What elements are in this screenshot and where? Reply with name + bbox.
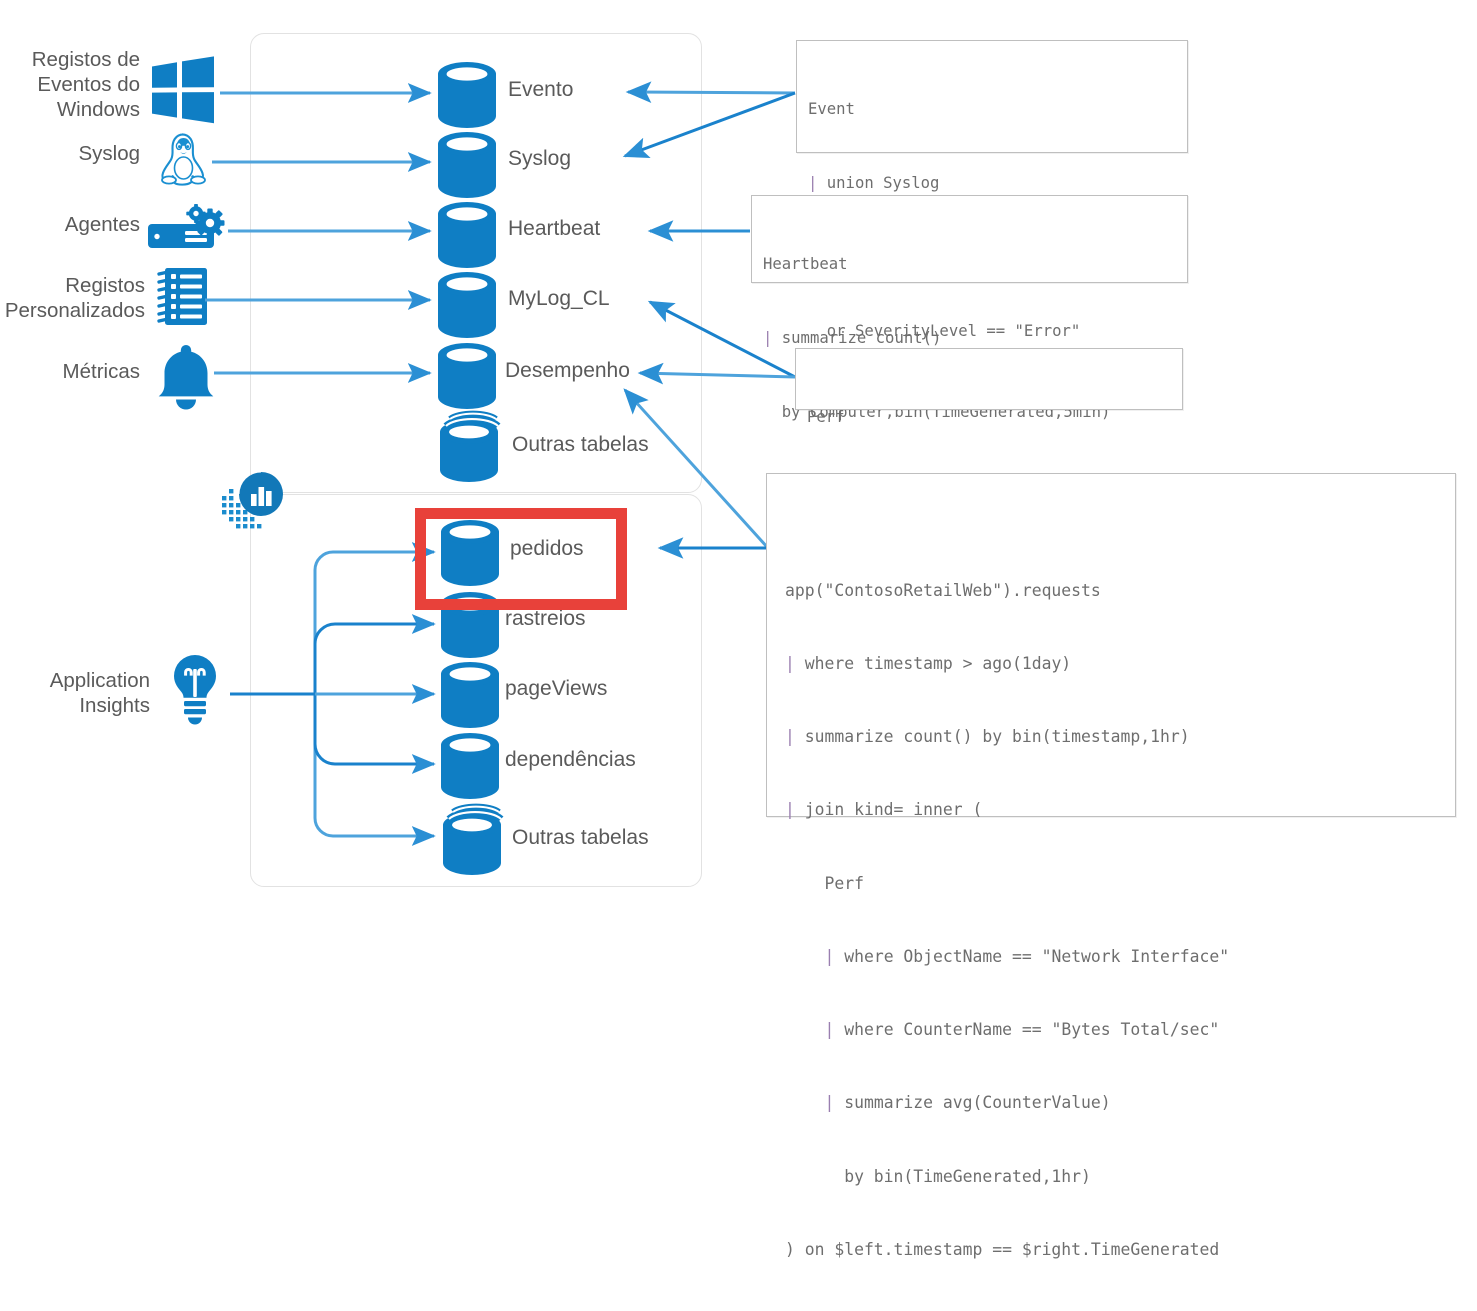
bell-icon [158,345,214,410]
source-label-syslog: Syslog [78,142,140,165]
table-label-rastreios: rastreios [505,607,586,630]
table-label-desempenho: Desempenho [505,359,630,382]
code-line: app("ContosoRetailWeb").requests [785,580,1101,600]
source-label-metricas: Métricas [62,360,140,383]
code-line: | where ObjectName == "Network Interface… [824,946,1230,966]
table-label-dependencias: dependências [505,748,636,771]
table-label-syslog: Syslog [508,147,572,170]
event-union-query-box: Event | union Syslog | where EventLevelN… [796,40,1188,340]
source-label-application-insights: Application Insights [49,669,150,717]
heartbeat-query-box: Heartbeat | summarize count() by Compute… [751,195,1188,421]
lightbulb-icon [174,655,216,725]
table-label-outras-tabelas-ai: Outras tabelas [512,826,649,849]
code-line: Perf [807,408,845,427]
source-label-registos-personalizados: Registos Personalizados [4,274,145,322]
table-label-outras-tabelas-la: Outras tabelas [512,433,649,456]
code-line: | join kind= inner ( [785,800,983,820]
table-label-heartbeat: Heartbeat [508,217,601,240]
table-label-mylog-cl: MyLog_CL [508,287,610,310]
code-line: ) on $left.timestamp == $right.TimeGener… [785,1239,1220,1259]
code-line: | summarize avg(CounterValue) [824,1093,1111,1113]
code-line: by bin(TimeGenerated,1hr) [785,1166,1091,1186]
source-label-agentes: Agentes [64,213,140,236]
code-line: | union Syslog [808,173,940,192]
server-gear-icon [148,204,225,248]
code-line: | summarize count() by bin(timestamp,1hr… [785,727,1190,747]
table-label-pageviews: pageViews [505,677,608,700]
pedidos-highlight-box [415,508,627,610]
code-line: | summarize count() [763,328,942,347]
code-line: Event [808,100,855,119]
code-line: | where timestamp > ago(1day) [785,654,1072,674]
log-analytics-group-box [250,33,702,493]
linux-penguin-icon [161,133,206,186]
code-line: Heartbeat [763,255,848,274]
diagram-canvas: Registos de Eventos do Windows Syslog Ag… [0,0,1477,1259]
app-requests-join-query-box: app("ContosoRetailWeb").requests | where… [766,473,1456,1259]
windows-logo-icon [152,56,214,124]
source-label-windows-event-logs: Registos de Eventos do Windows [31,48,140,121]
table-label-evento: Evento [508,78,574,101]
code-line: | where CounterName == "Bytes Total/sec" [824,1020,1220,1040]
custom-log-notebook-icon [157,268,207,325]
code-line: Perf [785,873,864,893]
perf-join-query-box: Perf | join MyLog_CL on Computer [795,348,1183,500]
